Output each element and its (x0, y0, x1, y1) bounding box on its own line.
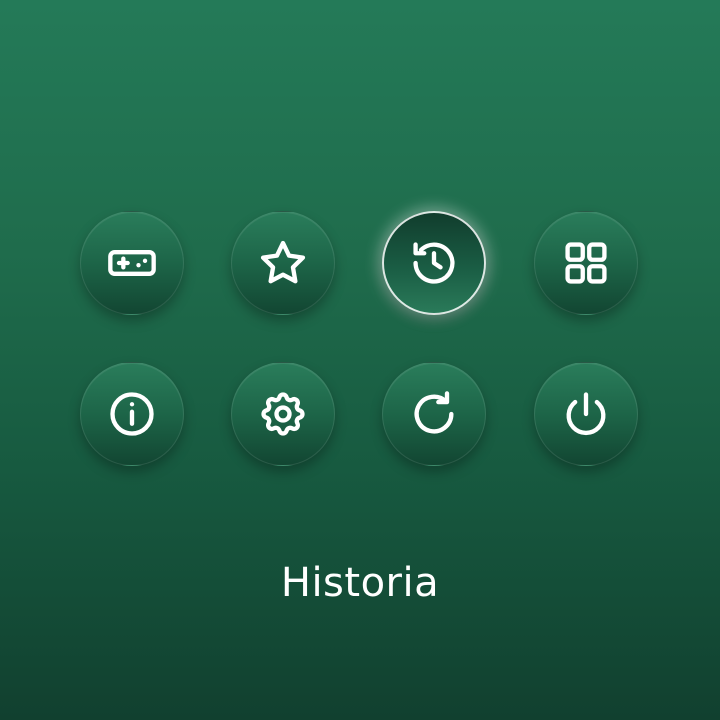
gear-icon (257, 388, 309, 440)
star-icon (257, 237, 309, 289)
menu-screen: Historia (0, 0, 720, 720)
power-button[interactable] (534, 362, 638, 466)
info-button[interactable] (80, 362, 184, 466)
history-button[interactable] (382, 211, 486, 315)
apps-button[interactable] (534, 211, 638, 315)
history-icon (408, 237, 460, 289)
games-button[interactable] (80, 211, 184, 315)
info-icon (106, 388, 158, 440)
menu-grid (80, 211, 640, 467)
gamepad-icon (106, 237, 158, 289)
favorites-button[interactable] (231, 211, 335, 315)
grid-icon (560, 237, 612, 289)
selected-item-label: Historia (280, 560, 440, 606)
power-icon (560, 388, 612, 440)
refresh-icon (408, 388, 460, 440)
settings-button[interactable] (231, 362, 335, 466)
refresh-button[interactable] (382, 362, 486, 466)
